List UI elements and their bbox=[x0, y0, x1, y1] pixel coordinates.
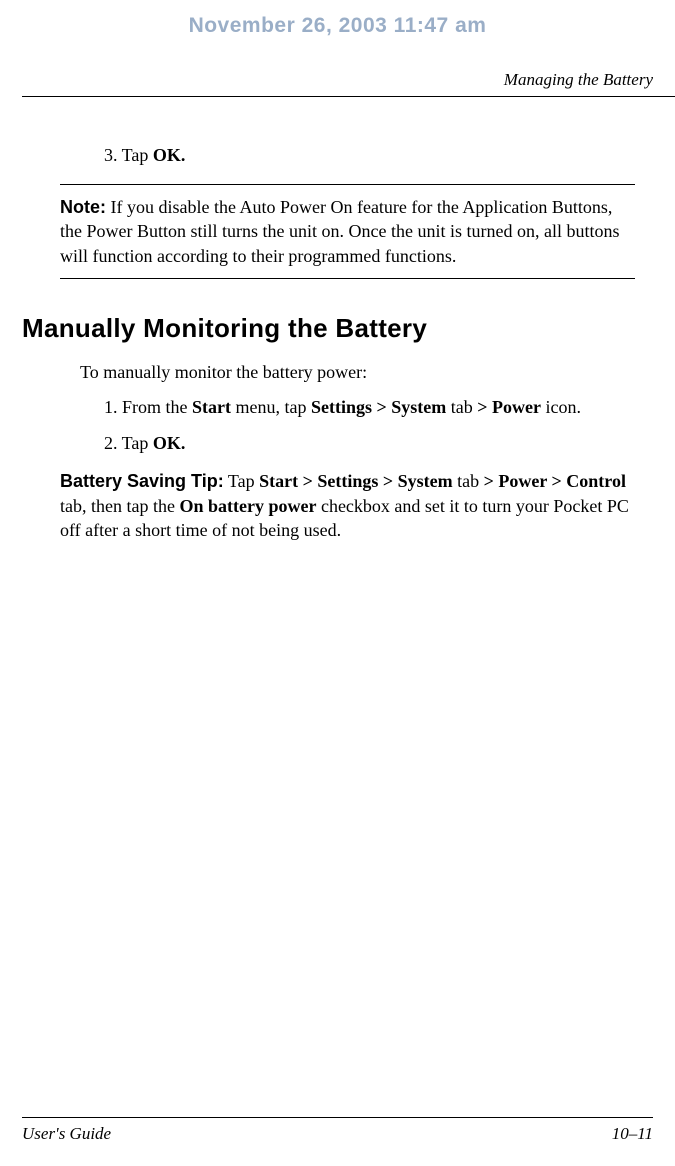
step-number: 3. bbox=[104, 145, 118, 165]
t: Tap bbox=[224, 471, 259, 491]
page-content: 3. Tap OK. Note: If you disable the Auto… bbox=[0, 145, 675, 542]
note-rule-top bbox=[60, 184, 635, 185]
draft-timestamp: November 26, 2003 11:47 am bbox=[0, 0, 675, 38]
b: > Power bbox=[477, 397, 541, 417]
note-block: Note: If you disable the Auto Power On f… bbox=[60, 195, 635, 268]
step-1: 1. From the Start menu, tap Settings > S… bbox=[104, 395, 613, 419]
b: On battery power bbox=[179, 496, 316, 516]
footer-left: User's Guide bbox=[22, 1124, 111, 1144]
note-label: Note: bbox=[60, 197, 106, 217]
page-footer: User's Guide 10–11 bbox=[22, 1117, 653, 1144]
t: From the bbox=[118, 397, 193, 417]
section-heading: Manually Monitoring the Battery bbox=[22, 313, 653, 344]
footer-right: 10–11 bbox=[612, 1124, 653, 1144]
t: tab, then tap the bbox=[60, 496, 179, 516]
running-head: Managing the Battery bbox=[22, 70, 675, 97]
section-intro: To manually monitor the battery power: bbox=[80, 362, 635, 383]
t: tab bbox=[453, 471, 484, 491]
b: OK. bbox=[153, 433, 186, 453]
t: menu, tap bbox=[231, 397, 311, 417]
note-text: If you disable the Auto Power On feature… bbox=[60, 197, 619, 266]
b: Start bbox=[192, 397, 231, 417]
tip-block: Battery Saving Tip: Tap Start > Settings… bbox=[60, 469, 635, 542]
note-rule-bottom bbox=[60, 278, 635, 279]
tip-label: Battery Saving Tip: bbox=[60, 471, 224, 491]
t: tab bbox=[446, 397, 477, 417]
step-bold: OK. bbox=[153, 145, 186, 165]
step-3: 3. Tap OK. bbox=[104, 145, 653, 166]
step-number: 1. bbox=[104, 397, 118, 417]
b: > Power > Control bbox=[484, 471, 626, 491]
b: Settings > System bbox=[311, 397, 446, 417]
b: Start > Settings > System bbox=[259, 471, 453, 491]
step-text: Tap bbox=[118, 145, 153, 165]
t: icon. bbox=[541, 397, 581, 417]
step-number: 2. bbox=[104, 433, 118, 453]
t: Tap bbox=[118, 433, 153, 453]
step-2: 2. Tap OK. bbox=[104, 431, 613, 455]
